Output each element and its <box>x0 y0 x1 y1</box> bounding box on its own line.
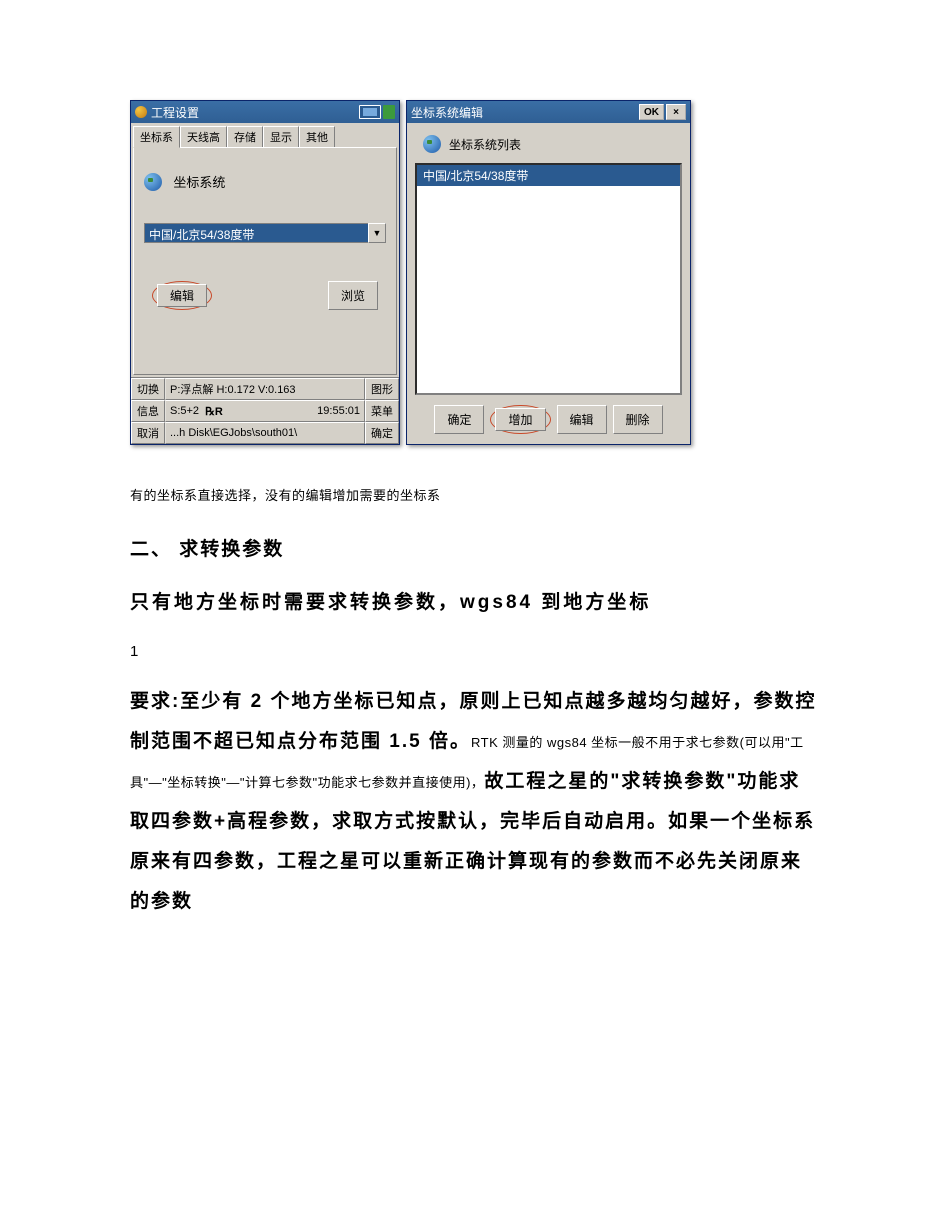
titlebar-left: 工程设置 <box>131 101 399 123</box>
tabs-row: 坐标系 天线高 存储 显示 其他 <box>131 123 399 147</box>
project-settings-window: 工程设置 坐标系 天线高 存储 显示 其他 坐标系统 中国/北京54/38度带 … <box>130 100 400 445</box>
right-panel: 坐标系统列表 中国/北京54/38度带 确定 增加 编辑 删除 <box>407 123 690 444</box>
coord-system-edit-window: 坐标系统编辑 OK × 坐标系统列表 中国/北京54/38度带 确定 增加 编辑… <box>406 100 691 445</box>
coord-system-label: 坐标系统 <box>173 172 225 191</box>
add-button[interactable]: 增加 <box>495 408 545 431</box>
cancel-button[interactable]: 取消 <box>131 422 165 444</box>
globe-icon <box>423 135 441 153</box>
delete-button[interactable]: 删除 <box>613 405 663 434</box>
list-item[interactable]: 中国/北京54/38度带 <box>417 165 680 186</box>
switch-button[interactable]: 切换 <box>131 378 165 400</box>
tab-antenna[interactable]: 天线高 <box>180 126 227 148</box>
close-icon[interactable]: × <box>666 104 686 120</box>
confirm-button-right[interactable]: 确定 <box>434 405 484 434</box>
section-heading: 二、 求转换参数 <box>130 534 820 561</box>
status-sat-time: S:5+2 ℞R 19:55:01 <box>165 400 365 422</box>
confirm-button[interactable]: 确定 <box>365 422 399 444</box>
titlebar-right: 坐标系统编辑 OK × <box>407 101 690 123</box>
tab-panel: 坐标系统 中国/北京54/38度带 ▼ 编辑 浏览 <box>133 147 397 375</box>
antenna-icon: ℞R <box>205 405 223 418</box>
window-title-right: 坐标系统编辑 <box>411 104 483 121</box>
coord-system-combo[interactable]: 中国/北京54/38度带 ▼ <box>144 223 386 243</box>
combo-value: 中国/北京54/38度带 <box>144 223 368 243</box>
battery-icon <box>359 105 381 119</box>
status-path: ...h Disk\EGJobs\south01\ <box>165 422 365 444</box>
tab-storage[interactable]: 存储 <box>227 126 263 148</box>
status-solution: P:浮点解 H:0.172 V:0.163 <box>165 378 365 400</box>
list-number: 1 <box>130 643 820 660</box>
menu-button[interactable]: 菜单 <box>365 400 399 422</box>
figure-caption: 有的坐标系直接选择，没有的编辑增加需要的坐标系 <box>130 485 820 504</box>
coord-list-label: 坐标系统列表 <box>449 136 521 153</box>
browse-button[interactable]: 浏览 <box>328 281 378 310</box>
status-bar: 切换 P:浮点解 H:0.172 V:0.163 图形 信息 S:5+2 ℞R … <box>131 377 399 444</box>
signal-icon <box>383 105 395 119</box>
edit-button[interactable]: 编辑 <box>157 284 207 307</box>
time-value: 19:55:01 <box>317 405 360 417</box>
coord-system-listbox[interactable]: 中国/北京54/38度带 <box>415 163 682 395</box>
ok-button[interactable]: OK <box>639 104 664 120</box>
edit-button-highlight: 编辑 <box>152 281 212 310</box>
tab-display[interactable]: 显示 <box>263 126 299 148</box>
globe-icon <box>144 173 162 191</box>
main-paragraph: 要求:至少有 2 个地方坐标已知点，原则上已知点越多越均匀越好，参数控制范围不超… <box>130 682 820 921</box>
window-title-left: 工程设置 <box>151 104 199 121</box>
screenshot-figure: 工程设置 坐标系 天线高 存储 显示 其他 坐标系统 中国/北京54/38度带 … <box>130 100 820 445</box>
intro-line: 只有地方坐标时需要求转换参数，wgs84 到地方坐标 <box>130 585 820 621</box>
info-button[interactable]: 信息 <box>131 400 165 422</box>
chevron-down-icon[interactable]: ▼ <box>368 223 386 243</box>
graphic-button[interactable]: 图形 <box>365 378 399 400</box>
app-icon <box>135 106 147 118</box>
sat-count: S:5+2 <box>170 405 199 417</box>
edit-button-right[interactable]: 编辑 <box>557 405 607 434</box>
tab-other[interactable]: 其他 <box>299 126 335 148</box>
add-button-highlight: 增加 <box>490 405 550 434</box>
tab-coord-system[interactable]: 坐标系 <box>133 126 180 148</box>
